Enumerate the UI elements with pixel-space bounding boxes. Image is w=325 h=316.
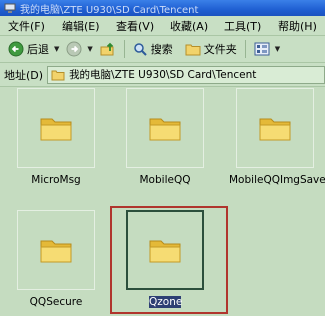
back-arrow-icon bbox=[8, 41, 24, 57]
folder-name: MicroMsg bbox=[31, 174, 81, 186]
folders-label: 文件夹 bbox=[203, 43, 237, 56]
folder-thumbnail bbox=[126, 88, 204, 168]
views-icon bbox=[254, 42, 270, 56]
folder-item[interactable]: MobileQQImgSave bbox=[229, 88, 325, 192]
views-button[interactable] bbox=[252, 39, 272, 60]
window-title: 我的电脑\ZTE U930\SD Card\Tencent bbox=[20, 4, 199, 16]
back-dropdown-icon[interactable]: ▼ bbox=[54, 45, 59, 53]
toolbar-separator bbox=[244, 40, 246, 58]
folder-thumbnail bbox=[17, 210, 95, 290]
forward-arrow-icon bbox=[66, 41, 82, 57]
folder-item[interactable]: MobileQQ bbox=[119, 88, 211, 192]
folders-icon bbox=[185, 44, 201, 56]
forward-dropdown-icon[interactable]: ▼ bbox=[87, 45, 92, 53]
address-bar: 地址(D) 我的电脑\ZTE U930\SD Card\Tencent bbox=[0, 63, 325, 87]
folder-icon bbox=[40, 118, 72, 141]
folder-icon bbox=[149, 118, 181, 141]
menu-tools[interactable]: 工具(T) bbox=[216, 18, 270, 34]
address-input[interactable]: 我的电脑\ZTE U930\SD Card\Tencent bbox=[47, 65, 325, 84]
address-label: 地址(D) bbox=[4, 68, 44, 82]
folders-button[interactable]: 文件夹 bbox=[183, 39, 239, 60]
folder-item[interactable]: MicroMsg bbox=[10, 88, 102, 192]
menu-help[interactable]: 帮助(H) bbox=[270, 18, 324, 34]
title-bar[interactable]: 我的电脑\ZTE U930\SD Card\Tencent bbox=[0, 0, 325, 16]
back-label: 后退 bbox=[27, 43, 49, 56]
folder-thumbnail bbox=[17, 88, 95, 168]
folder-icon bbox=[51, 70, 65, 80]
toolbar-separator bbox=[123, 40, 125, 58]
folder-item[interactable]: QQSecure bbox=[10, 210, 102, 314]
folder-icon bbox=[259, 118, 291, 141]
up-folder-button[interactable] bbox=[98, 39, 118, 60]
search-icon bbox=[134, 42, 147, 56]
folder-name: MobileQQImgSave bbox=[229, 174, 325, 186]
up-folder-icon bbox=[100, 42, 114, 56]
folder-name: MobileQQ bbox=[139, 174, 191, 186]
highlight-box bbox=[110, 206, 228, 314]
search-button[interactable]: 搜索 bbox=[131, 39, 175, 60]
computer-icon bbox=[4, 3, 16, 13]
folder-icon bbox=[40, 240, 72, 263]
address-path: 我的电脑\ZTE U930\SD Card\Tencent bbox=[69, 69, 257, 81]
menu-file[interactable]: 文件(F) bbox=[0, 18, 54, 34]
views-dropdown-icon[interactable]: ▼ bbox=[275, 45, 280, 53]
menu-edit[interactable]: 编辑(E) bbox=[54, 18, 108, 34]
menu-bar: 文件(F) 编辑(E) 查看(V) 收藏(A) 工具(T) 帮助(H) bbox=[0, 16, 325, 36]
toolbar: 后退 ▼ ▼ 搜索 文件夹 ▼ bbox=[0, 36, 325, 63]
back-button[interactable]: 后退 bbox=[6, 39, 51, 60]
folder-name: QQSecure bbox=[29, 296, 83, 308]
folder-thumbnail bbox=[236, 88, 314, 168]
menu-favorites[interactable]: 收藏(A) bbox=[162, 18, 216, 34]
search-label: 搜索 bbox=[150, 43, 173, 56]
forward-button[interactable] bbox=[64, 39, 84, 60]
menu-view[interactable]: 查看(V) bbox=[108, 18, 162, 34]
